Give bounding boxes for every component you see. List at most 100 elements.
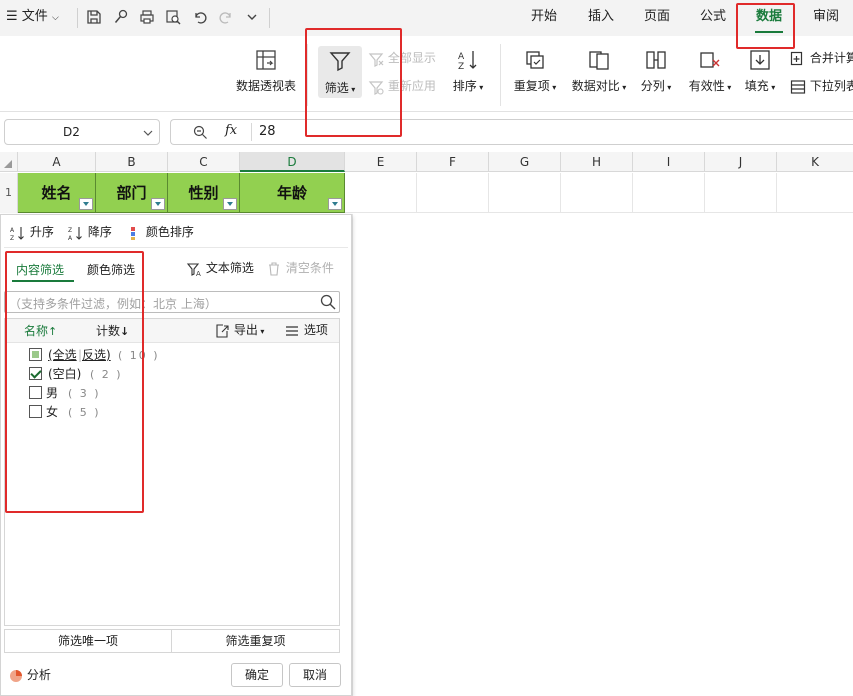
tab-home[interactable]: 开始: [531, 8, 557, 26]
filter-duplicates-button[interactable]: 筛选重复项: [172, 629, 339, 653]
row-header-1[interactable]: 1: [0, 173, 18, 213]
duplicates-button[interactable]: 重复项 ▾: [508, 48, 562, 96]
gridline: [488, 173, 489, 213]
svg-text:A: A: [458, 52, 465, 62]
header-cell-department[interactable]: 部门: [96, 173, 168, 213]
save-icon[interactable]: [86, 9, 102, 25]
column-header-c[interactable]: C: [168, 152, 240, 172]
column-header-k[interactable]: K: [777, 152, 853, 172]
sort-icon: AZ: [458, 51, 477, 72]
menu-lines-icon: [284, 323, 300, 339]
tab-review[interactable]: 审阅: [813, 8, 839, 26]
tab-color-filter[interactable]: 颜色筛选: [87, 262, 135, 278]
search-icon[interactable]: [320, 294, 336, 310]
column-header-h[interactable]: H: [561, 152, 633, 172]
column-header-e[interactable]: E: [345, 152, 417, 172]
data-compare-button[interactable]: 数据对比 ▾: [568, 48, 630, 96]
column-header-i[interactable]: I: [633, 152, 705, 172]
filter-dropdown-icon[interactable]: [79, 198, 93, 210]
show-all-button[interactable]: 全部显示: [368, 50, 436, 67]
divider: [4, 247, 348, 248]
cancel-button[interactable]: 取消: [289, 663, 341, 687]
divider: [77, 8, 78, 28]
filter-dropdown-icon[interactable]: [151, 198, 165, 210]
validity-button[interactable]: 有效性 ▾: [684, 48, 736, 96]
pivot-table-button[interactable]: 数据透视表: [232, 48, 300, 94]
column-header-j[interactable]: J: [705, 152, 777, 172]
filter-dropdown-icon[interactable]: [328, 198, 342, 210]
validity-icon: [700, 52, 720, 68]
undo-icon[interactable]: [192, 9, 208, 25]
ok-button[interactable]: 确定: [231, 663, 283, 687]
header-cell-age[interactable]: 年龄: [240, 173, 345, 213]
corner-triangle-icon: [4, 160, 12, 168]
pie-chart-icon: [9, 669, 23, 683]
column-header-b[interactable]: B: [96, 152, 168, 172]
checkbox[interactable]: [29, 367, 42, 380]
svg-text:Z: Z: [458, 62, 464, 72]
header-cell-name[interactable]: 姓名: [18, 173, 96, 213]
file-menu[interactable]: ☰ 文件 ⌵: [6, 8, 59, 27]
checkbox[interactable]: [29, 405, 42, 418]
analyze-button[interactable]: 分析: [9, 667, 51, 683]
chevron-down-icon: [143, 130, 153, 136]
column-header-g[interactable]: G: [489, 152, 561, 172]
export-icon: [214, 323, 230, 339]
print-preview-icon[interactable]: [165, 9, 181, 25]
pivot-table-icon: [256, 50, 276, 70]
sort-by-name-button[interactable]: 名称↑: [24, 323, 57, 340]
formula-input[interactable]: fx 28: [170, 119, 853, 145]
sort-descending-button[interactable]: ZA 降序: [68, 224, 112, 241]
format-painter-icon[interactable]: [113, 9, 129, 25]
options-button[interactable]: 选项: [284, 322, 328, 339]
select-all-corner[interactable]: [0, 152, 18, 172]
sort-by-count-button[interactable]: 计数↓: [96, 323, 129, 340]
dropdown-list-button[interactable]: 下拉列表: [790, 78, 853, 95]
filter-funnel-icon: [329, 52, 351, 72]
color-sort-button[interactable]: 颜色排序: [128, 224, 194, 241]
export-button[interactable]: 导出 ▾: [214, 322, 264, 339]
consolidate-button[interactable]: 合并计算: [790, 50, 853, 67]
column-header-d[interactable]: D: [240, 152, 345, 172]
tab-content-filter[interactable]: 内容筛选: [16, 262, 64, 278]
filter-dropdown-icon[interactable]: [223, 198, 237, 210]
gridline: [345, 212, 853, 213]
divider: [251, 123, 252, 141]
filter-values-list: [4, 318, 340, 626]
sort-label: 排序 ▾: [452, 79, 484, 93]
svg-text:A: A: [68, 235, 73, 241]
filter-search-input[interactable]: （支持多条件过滤，例如：北京 上海）: [4, 291, 340, 313]
text-filter-button[interactable]: A 文本筛选: [186, 260, 254, 277]
divider: [269, 8, 270, 28]
divider: [307, 44, 308, 106]
print-icon[interactable]: [139, 9, 155, 25]
tab-data[interactable]: 数据: [756, 8, 782, 26]
fill-button[interactable]: 填充 ▾: [742, 48, 778, 96]
column-header-a[interactable]: A: [18, 152, 96, 172]
clear-conditions-button[interactable]: 清空条件: [266, 260, 334, 277]
gridline: [776, 173, 777, 213]
header-cell-gender[interactable]: 性别: [168, 173, 240, 213]
sort-descending-icon: ZA: [68, 225, 84, 241]
trash-icon: [266, 261, 282, 277]
checkbox[interactable]: [29, 386, 42, 399]
name-box[interactable]: D2: [4, 119, 160, 145]
checkbox[interactable]: [29, 348, 42, 361]
filter-button[interactable]: 筛选 ▾: [318, 46, 362, 98]
tab-insert[interactable]: 插入: [588, 8, 614, 26]
reapply-button[interactable]: 重新应用: [368, 78, 436, 95]
chevron-down-icon[interactable]: [244, 9, 260, 25]
fx-icon[interactable]: fx: [225, 123, 237, 138]
tab-formula[interactable]: 公式: [700, 8, 726, 26]
tab-page[interactable]: 页面: [644, 8, 670, 26]
split-column-button[interactable]: 分列 ▾: [636, 48, 676, 96]
active-tab-indicator: [755, 31, 783, 33]
filter-unique-button[interactable]: 筛选唯一项: [5, 629, 172, 653]
svg-text:Z: Z: [68, 227, 72, 234]
sort-button[interactable]: AZ 排序 ▾: [448, 48, 488, 96]
redo-icon[interactable]: [218, 9, 234, 25]
color-sort-icon: [128, 225, 142, 241]
zoom-icon[interactable]: [193, 125, 208, 140]
column-header-f[interactable]: F: [417, 152, 489, 172]
sort-ascending-button[interactable]: AZ 升序: [10, 224, 54, 241]
